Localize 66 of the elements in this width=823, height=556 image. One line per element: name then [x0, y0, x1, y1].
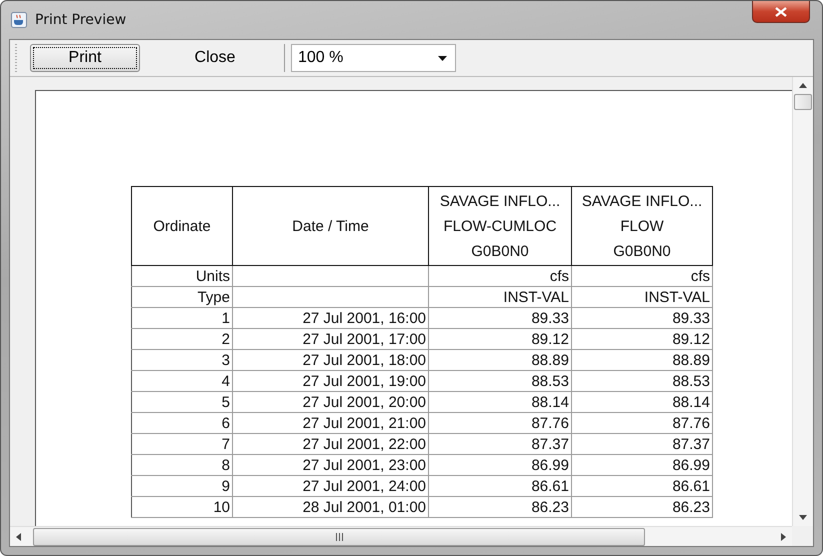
grip-lines-icon: [334, 532, 344, 540]
scroll-right-icon: [781, 532, 786, 540]
table-cell: 27 Jul 2001, 24:00: [232, 476, 428, 496]
table-cell: INST-VAL: [572, 286, 712, 308]
table-cell: 88.89: [428, 350, 572, 370]
table-cell: 88.89: [572, 350, 712, 370]
table-cell: 2: [132, 328, 232, 350]
table-cell: 10: [132, 496, 232, 518]
table-cell: 86.23: [572, 496, 712, 518]
table-cell: 86.23: [428, 496, 572, 518]
table-cell: 88.14: [428, 392, 572, 412]
table-cell: 89.12: [572, 328, 712, 350]
table-cell: 88.53: [428, 370, 572, 392]
table-cell: 8: [132, 454, 232, 476]
scroll-down-icon: [799, 515, 807, 520]
table-cell: 86.61: [572, 476, 712, 496]
table-cell: INST-VAL: [428, 286, 572, 308]
coffee-cup-icon: [11, 12, 27, 28]
column-header: Ordinate: [132, 186, 232, 266]
close-text-button[interactable]: Close: [160, 44, 270, 72]
table-cell: 27 Jul 2001, 20:00: [232, 392, 428, 412]
table-cell: 7: [132, 434, 232, 454]
horizontal-scrollbar[interactable]: [10, 526, 792, 546]
table-cell: 4: [132, 370, 232, 392]
table-cell: 89.33: [572, 308, 712, 328]
table-cell: 6: [132, 412, 232, 434]
table-cell: 89.12: [428, 328, 572, 350]
table-cell: 86.99: [572, 454, 712, 476]
table-cell: 27 Jul 2001, 21:00: [232, 412, 428, 434]
table-cell: 87.37: [428, 434, 572, 454]
table-cell: 87.76: [428, 412, 572, 434]
table-cell: 1: [132, 308, 232, 328]
scroll-thumb[interactable]: [794, 94, 812, 110]
dropdown-caret-icon: [438, 56, 447, 60]
table-cell: 88.14: [572, 392, 712, 412]
scroll-thumb[interactable]: [33, 528, 645, 546]
table-cell: 89.33: [428, 308, 572, 328]
table-cell: 86.99: [428, 454, 572, 476]
table-cell: 27 Jul 2001, 17:00: [232, 328, 428, 350]
table-cell: cfs: [428, 266, 572, 286]
close-icon: [775, 6, 787, 16]
print-button[interactable]: Print: [30, 44, 140, 72]
table-cell: cfs: [572, 266, 712, 286]
table-cell: 27 Jul 2001, 18:00: [232, 350, 428, 370]
table-cell: 27 Jul 2001, 19:00: [232, 370, 428, 392]
table-cell: Units: [132, 266, 232, 286]
table-cell: 5: [132, 392, 232, 412]
table-cell: 9: [132, 476, 232, 496]
close-button[interactable]: [752, 1, 810, 23]
table-cell: 88.53: [572, 370, 712, 392]
table-cell: 87.76: [572, 412, 712, 434]
scroll-left-icon: [16, 532, 21, 540]
table-cell: 3: [132, 350, 232, 370]
scroll-up-icon: [799, 83, 807, 88]
table-cell: 27 Jul 2001, 16:00: [232, 308, 428, 328]
column-header: Date / Time: [232, 186, 428, 266]
zoom-dropdown[interactable]: 100 %: [291, 44, 456, 72]
table-cell: 27 Jul 2001, 23:00: [232, 454, 428, 476]
toolbar-grip-icon: [14, 43, 18, 73]
window-title: Print Preview: [35, 12, 126, 28]
table-cell: Type: [132, 286, 232, 308]
table-cell: 27 Jul 2001, 22:00: [232, 434, 428, 454]
table-cell: 87.37: [572, 434, 712, 454]
table-cell: 86.61: [428, 476, 572, 496]
table-cell: 28 Jul 2001, 01:00: [232, 496, 428, 518]
vertical-scrollbar[interactable]: [792, 77, 813, 526]
